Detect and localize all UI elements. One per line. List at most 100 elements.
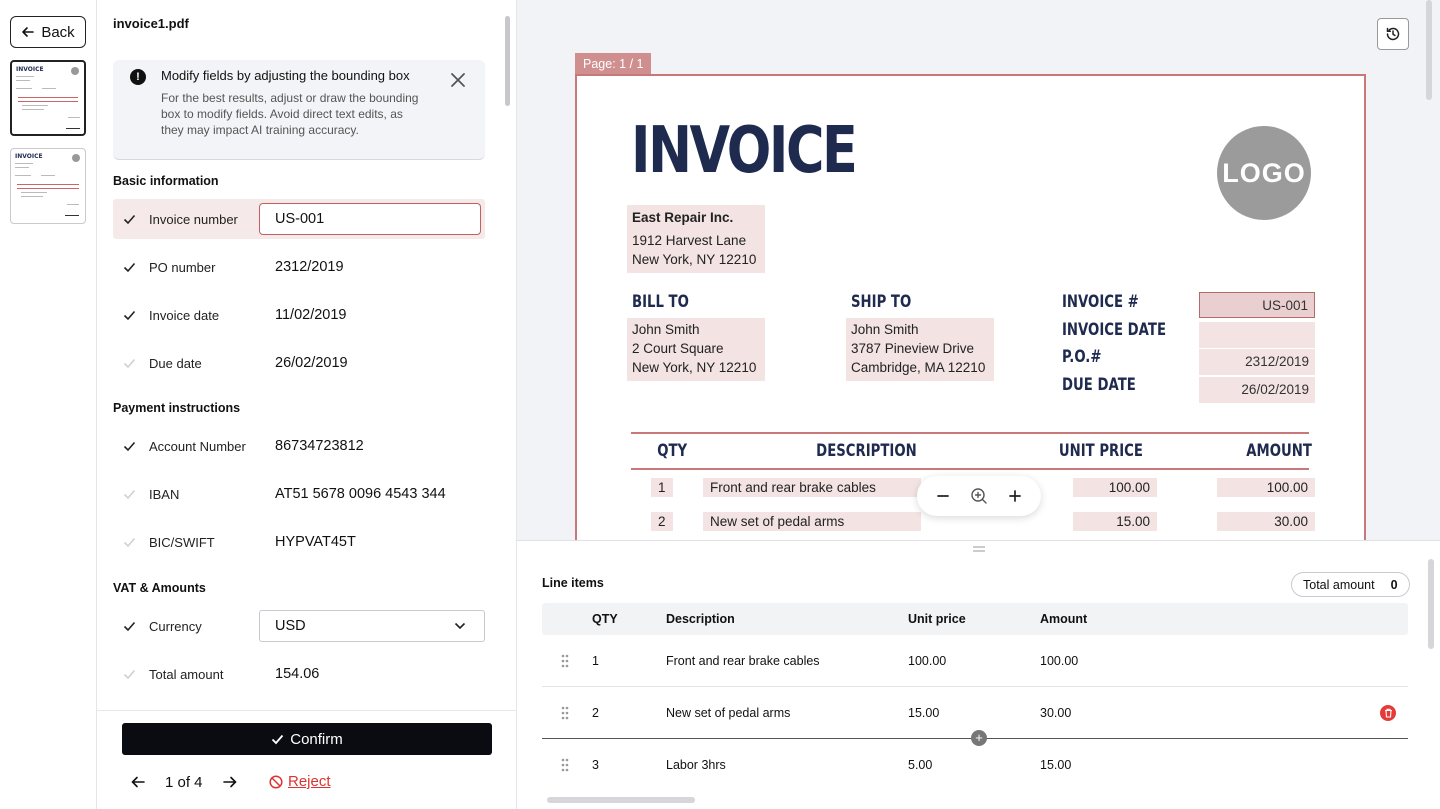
field-currency[interactable]: Currency USD [113,606,485,646]
field-value[interactable]: AT51 5678 0096 4543 344 [275,486,446,502]
field-invoice-number[interactable]: Invoice number US-001 [113,199,485,239]
form-panel: invoice1.pdf ! Modify fields by adjustin… [97,0,517,809]
doc-row-amount[interactable]: 30.00 [1217,512,1315,531]
horizontal-scrollbar[interactable] [547,797,695,803]
confirm-button[interactable]: Confirm [122,723,492,755]
row-amount[interactable]: 30.00 [1040,687,1071,738]
row-amount[interactable]: 15.00 [1040,739,1071,791]
field-label: Invoice number [149,211,238,227]
invoice-date-bbox[interactable] [1199,322,1315,348]
row-unit-price[interactable]: 15.00 [908,687,939,738]
line-items-title: Line items [542,576,604,590]
file-name: invoice1.pdf [113,16,189,31]
row-qty[interactable]: 2 [592,687,599,738]
doc-col-description: DESCRIPTION [816,441,917,461]
page-thumbnail-1[interactable]: INVOICE [10,60,86,136]
table-row[interactable]: 2 New set of pedal arms 15.00 30.00 + [542,687,1408,746]
zoom-reset-icon[interactable] [968,485,990,507]
info-notice: ! Modify fields by adjusting the boundin… [113,60,485,160]
field-bic-swift[interactable]: BIC/SWIFT HYPVAT45T [113,522,485,562]
doc-col-unit-price: UNIT PRICE [1058,441,1143,461]
doc-row-unit-price[interactable]: 100.00 [1073,478,1157,497]
arrow-left-icon [22,27,35,37]
field-value[interactable]: HYPVAT45T [275,534,356,550]
col-unit-price: Unit price [908,612,966,626]
doc-row-amount[interactable]: 100.00 [1217,478,1315,497]
field-label: IBAN [149,486,180,502]
doc-row-unit-price[interactable]: 15.00 [1073,512,1157,531]
row-qty[interactable]: 1 [592,635,599,686]
page-label: Page: 1 / 1 [575,53,652,75]
check-icon-muted [121,537,137,548]
col-amount: Amount [1040,612,1088,626]
vertical-scrollbar[interactable] [1428,559,1434,649]
resize-handle-icon[interactable] [972,545,986,553]
doc-row-qty[interactable]: 1 [651,478,673,497]
field-account-number[interactable]: Account Number 86734723812 [113,426,485,466]
reject-button[interactable]: Reject [269,773,331,790]
trash-icon[interactable] [1380,705,1396,721]
history-button[interactable] [1377,18,1409,50]
field-label: Currency [149,618,202,634]
col-qty: QTY [592,612,618,626]
section-basic-information: Basic information [113,174,219,188]
table-rule-top [631,432,1309,434]
field-value[interactable]: 86734723812 [275,438,364,454]
arrow-right-icon[interactable] [221,773,239,791]
po-bbox[interactable]: 2312/2019 [1199,349,1315,375]
field-value[interactable]: 26/02/2019 [275,355,348,371]
row-description[interactable]: Front and rear brake cables [666,635,820,686]
ship-to-name: John Smith [851,322,919,337]
col-description: Description [666,612,735,626]
invoice-number-input[interactable]: US-001 [259,203,481,235]
field-value[interactable]: 2312/2019 [275,259,344,275]
field-due-date[interactable]: Due date 26/02/2019 [113,343,485,383]
bill-to-name: John Smith [632,322,700,337]
drag-handle-icon[interactable] [560,757,570,773]
field-label: Account Number [149,438,246,454]
currency-select[interactable]: USD [259,610,485,642]
viewer-scrollbar[interactable] [1426,0,1432,100]
field-label: Due date [149,355,202,371]
row-qty[interactable]: 3 [592,739,599,791]
close-icon[interactable] [449,71,467,89]
due-date-bbox[interactable]: 26/02/2019 [1199,377,1315,403]
zoom-out-icon[interactable] [932,485,954,507]
field-po-number[interactable]: PO number 2312/2019 [113,247,485,287]
zoom-in-icon[interactable] [1004,485,1026,507]
thumbnail-logo [72,154,80,162]
document-viewer: Page: 1 / 1 INVOICE LOGO East Repair Inc… [517,0,1440,540]
ship-to-address2: Cambridge, MA 12210 [851,360,986,375]
doc-row-description[interactable]: Front and rear brake cables [703,478,921,497]
arrow-left-icon[interactable] [129,773,147,791]
field-label: Total amount [149,666,224,682]
field-invoice-date[interactable]: Invoice date 11/02/2019 [113,295,485,335]
invoice-no-bbox[interactable]: US-001 [1199,292,1315,318]
doc-row-qty[interactable]: 2 [651,512,673,531]
notice-title: Modify fields by adjusting the bounding … [161,68,410,83]
row-unit-price[interactable]: 100.00 [908,635,946,686]
page-thumbnail-2[interactable]: INVOICE [10,148,86,224]
zoom-controls [917,476,1041,516]
drag-handle-icon[interactable] [560,653,570,669]
check-icon [272,734,284,744]
back-button[interactable]: Back [10,16,86,48]
field-value[interactable]: 154.06 [275,666,319,682]
form-scrollbar[interactable] [505,16,510,106]
table-row[interactable]: 3 Labor 3hrs 5.00 15.00 [542,739,1408,791]
row-description[interactable]: New set of pedal arms [666,687,790,738]
row-amount[interactable]: 100.00 [1040,635,1078,686]
field-iban[interactable]: IBAN AT51 5678 0096 4543 344 [113,474,485,514]
due-date-label: DUE DATE [1062,375,1136,395]
row-description[interactable]: Labor 3hrs [666,739,726,791]
field-value[interactable]: 11/02/2019 [275,307,347,323]
field-total-amount[interactable]: Total amount 154.06 [113,654,485,694]
total-amount-label: Total amount [1303,577,1375,592]
check-icon [121,262,137,273]
doc-row-description[interactable]: New set of pedal arms [703,512,921,531]
field-label: PO number [149,259,216,275]
drag-handle-icon[interactable] [560,705,570,721]
row-unit-price[interactable]: 5.00 [908,739,932,791]
pager-text: 1 of 4 [165,773,203,791]
table-row[interactable]: 1 Front and rear brake cables 100.00 100… [542,635,1408,687]
